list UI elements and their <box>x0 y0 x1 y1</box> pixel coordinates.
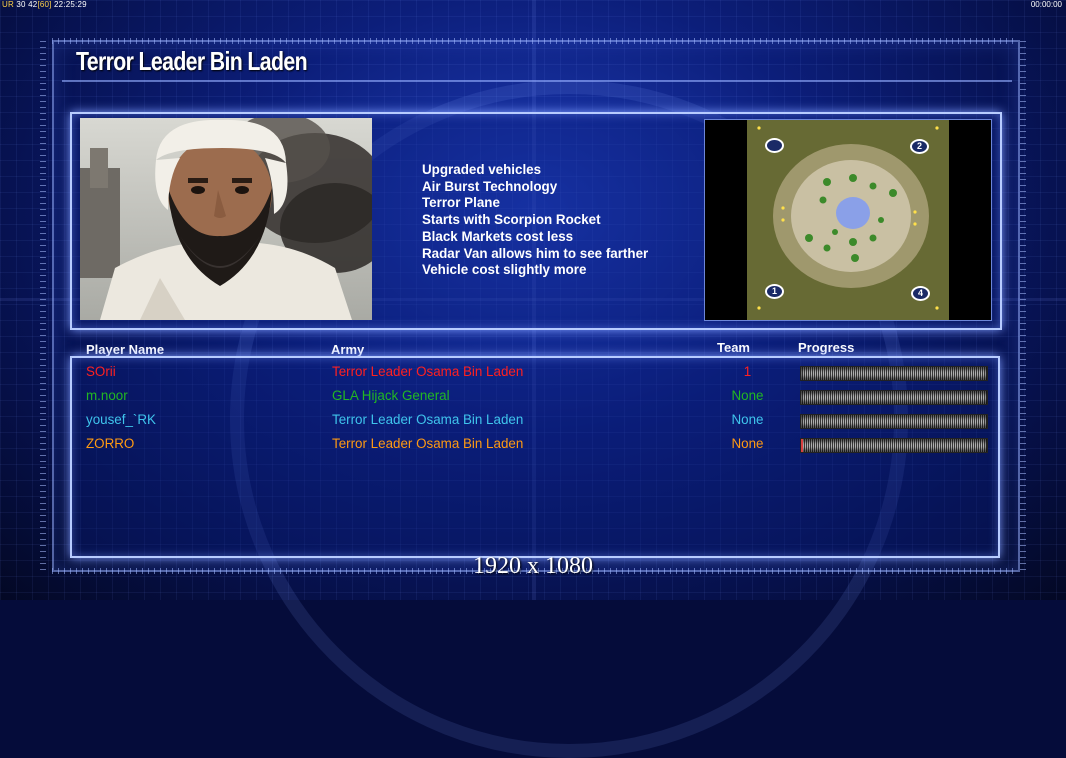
player-team: None <box>731 436 764 451</box>
start-position-label: 2 <box>916 141 922 151</box>
player-row: ZORRO Terror Leader Osama Bin Laden None <box>0 433 1066 457</box>
title-divider <box>62 80 1012 82</box>
map-preview[interactable]: 2 1 4 <box>704 119 992 321</box>
hud-stats: UR 30 42[60] 22:25:29 <box>2 0 87 9</box>
player-army: GLA Hijack General <box>332 388 450 403</box>
feature-item: Air Burst Technology <box>422 178 558 194</box>
hud-fps: [60] <box>37 0 52 9</box>
start-position-marker[interactable]: 2 <box>910 139 929 154</box>
page-title: Terror Leader Bin Laden <box>76 46 308 76</box>
start-position-label: 1 <box>771 286 777 296</box>
player-row: m.noor GLA Hijack General None <box>0 385 1066 409</box>
portrait-image <box>80 118 372 320</box>
player-army: Terror Leader Osama Bin Laden <box>332 412 524 427</box>
player-team: None <box>731 388 764 403</box>
player-name: SOrii <box>86 364 116 379</box>
feature-item: Starts with Scorpion Rocket <box>422 212 601 228</box>
start-position-marker[interactable]: 4 <box>911 286 930 301</box>
column-header-progress: Progress <box>798 340 855 355</box>
map-terrain <box>705 120 991 320</box>
ruler-right <box>1020 40 1026 570</box>
loading-progress-bar <box>800 414 988 429</box>
hud-timer: 00:00:00 <box>1030 0 1062 9</box>
loading-progress-bar <box>800 390 988 405</box>
column-header-player: Player Name <box>86 342 165 357</box>
general-features-list: Upgraded vehicles Air Burst Technology T… <box>422 162 648 279</box>
general-portrait <box>80 118 372 320</box>
player-team: None <box>731 412 764 427</box>
feature-item: Terror Plane <box>422 195 500 211</box>
hud-stats-values: 30 42 <box>16 0 38 9</box>
progress-fill <box>801 439 803 452</box>
feature-item: Vehicle cost slightly more <box>422 262 587 278</box>
resolution-label: 1920 x 1080 <box>473 553 593 579</box>
player-army: Terror Leader Osama Bin Laden <box>332 436 524 451</box>
hud-prefix: UR <box>2 0 14 9</box>
start-position-marker[interactable] <box>765 138 784 153</box>
column-header-team: Team <box>717 340 750 355</box>
feature-item: Upgraded vehicles <box>422 162 542 177</box>
ruler-left <box>40 40 46 570</box>
feature-item: Black Markets cost less <box>422 228 574 244</box>
column-header-army: Army <box>331 342 365 357</box>
start-position-label: 4 <box>917 288 923 298</box>
player-army: Terror Leader Osama Bin Laden <box>332 364 524 379</box>
feature-item: Radar Van allows him to see farther <box>422 245 649 261</box>
player-name: m.noor <box>86 388 128 403</box>
hud-clock: 22:25:29 <box>54 0 87 9</box>
player-row: yousef_`RK Terror Leader Osama Bin Laden… <box>0 409 1066 433</box>
start-position-marker[interactable]: 1 <box>765 284 784 299</box>
loading-progress-bar <box>800 438 988 453</box>
player-name: ZORRO <box>86 436 135 451</box>
player-team: 1 <box>743 364 752 379</box>
loading-progress-bar <box>800 366 988 381</box>
player-name: yousef_`RK <box>86 412 156 427</box>
player-row: SOrii Terror Leader Osama Bin Laden 1 <box>0 361 1066 385</box>
